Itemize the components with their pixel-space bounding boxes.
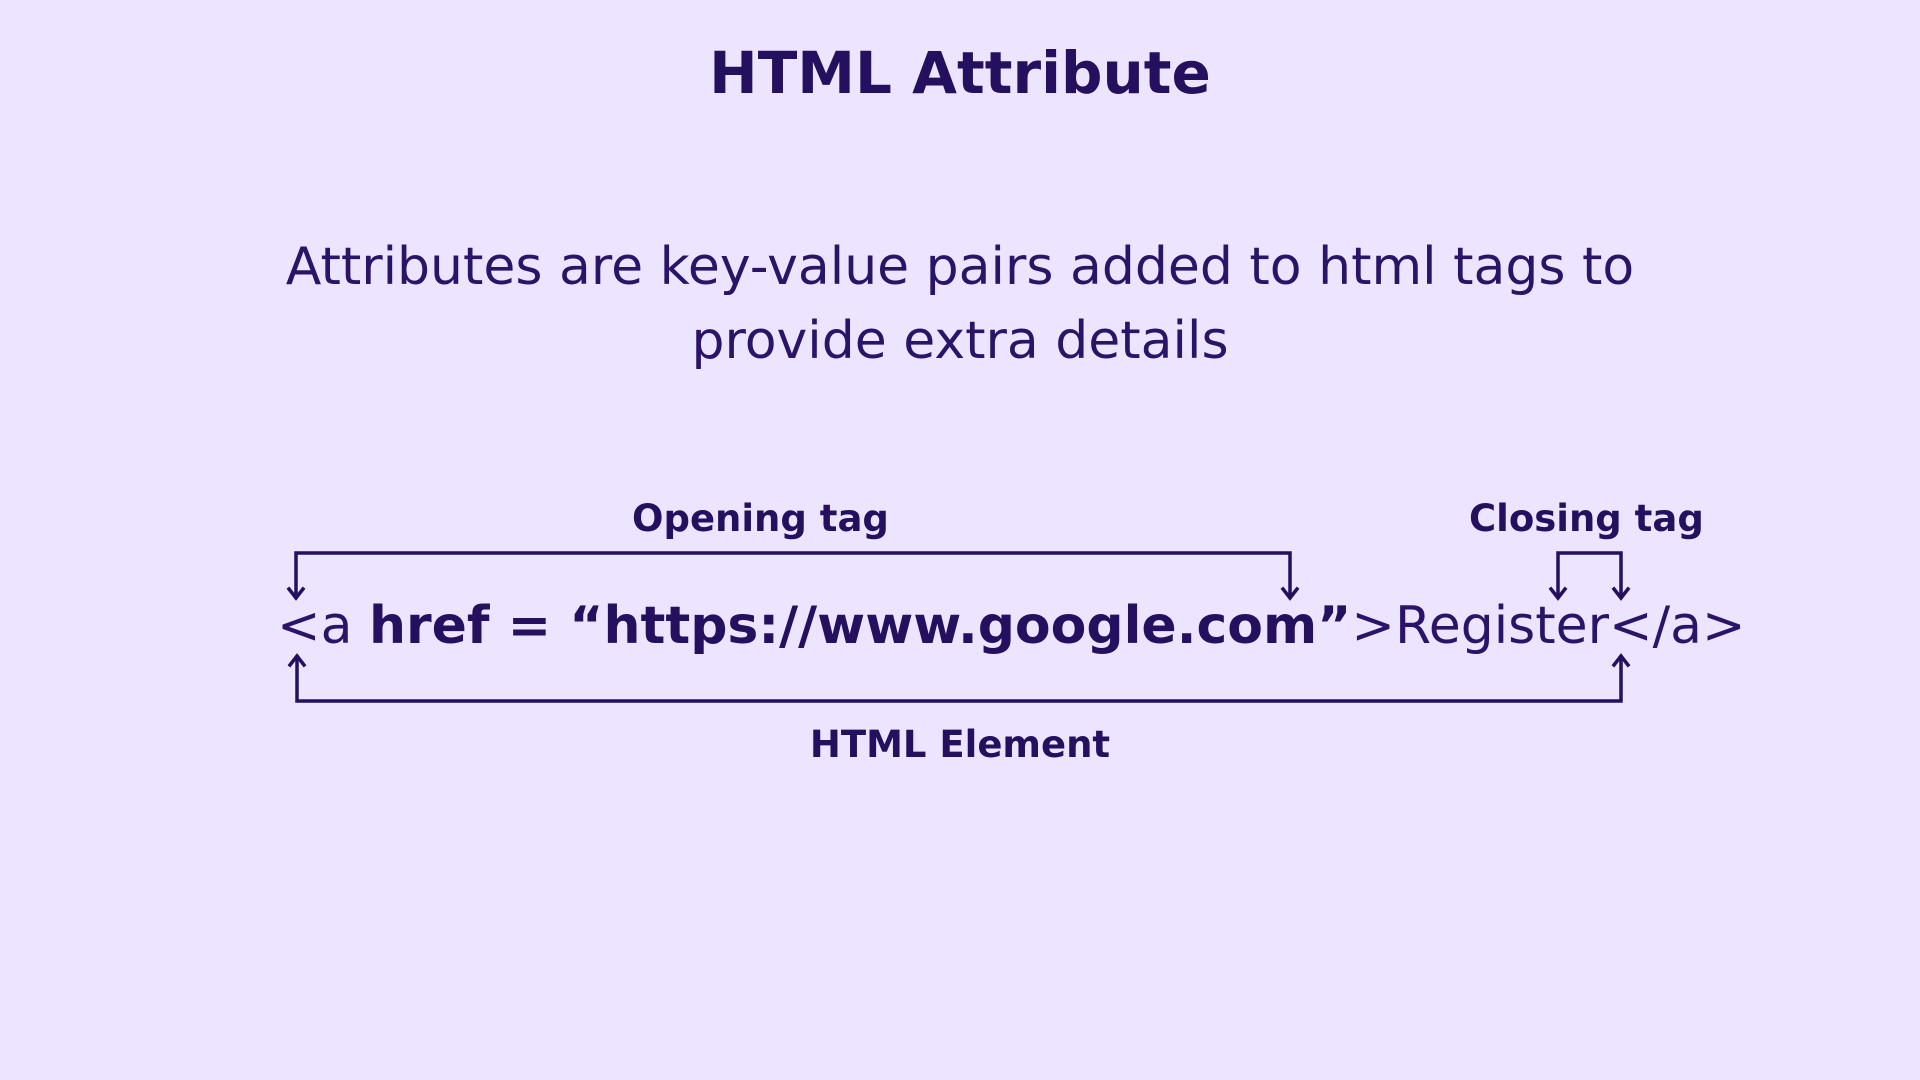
- html-element-label: HTML Element: [809, 723, 1111, 766]
- code-attribute: href = “https://www.google.com”: [368, 596, 1352, 656]
- code-close-tag: </a>: [1609, 596, 1746, 656]
- code-open-end: >: [1351, 596, 1395, 656]
- code-open-start: <a: [277, 596, 369, 656]
- html-element-bracket: [295, 655, 1623, 703]
- closing-tag-bracket: [1556, 551, 1623, 599]
- closing-tag-label: Closing tag: [1469, 497, 1704, 540]
- code-content: Register: [1394, 596, 1610, 656]
- opening-tag-bracket: [294, 551, 1292, 599]
- code-example: <a href = “https://www.google.com”>Regis…: [277, 594, 1746, 658]
- opening-tag-label: Opening tag: [632, 497, 889, 540]
